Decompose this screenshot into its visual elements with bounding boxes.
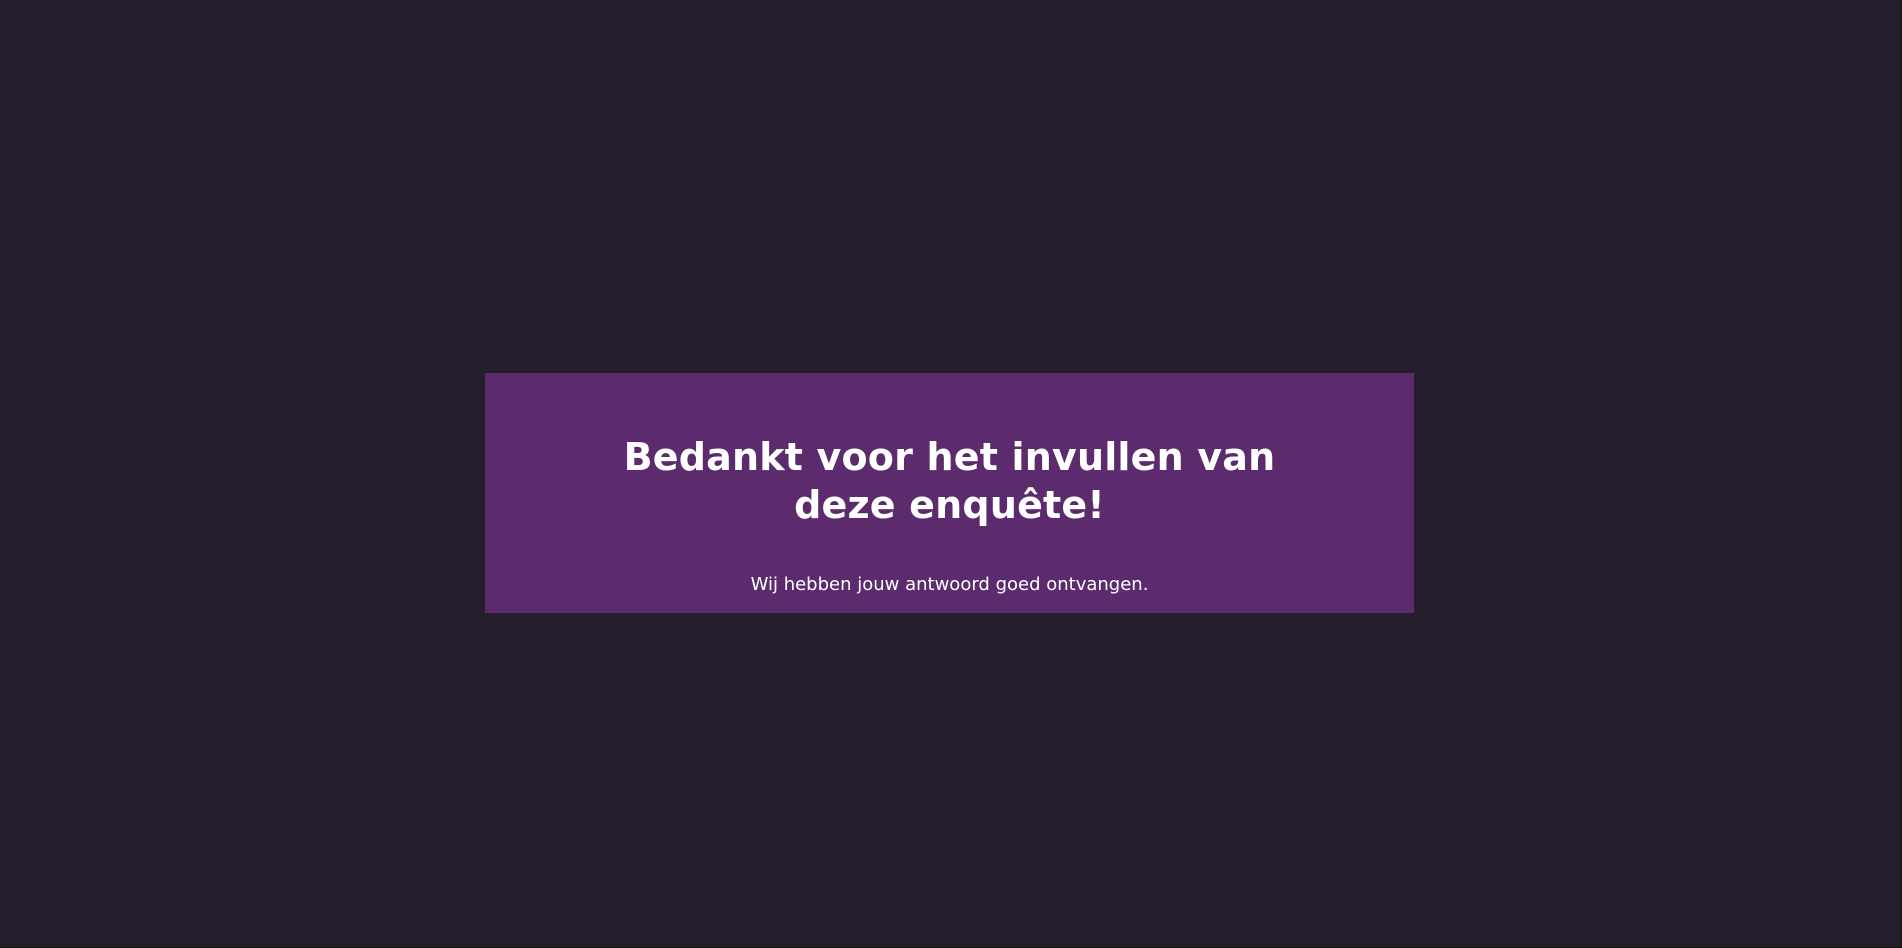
- survey-thank-you-page: Bedankt voor het invullen van deze enquê…: [0, 0, 1902, 948]
- thank-you-title: Bedankt voor het invullen van deze enquê…: [623, 435, 1276, 527]
- confirmation-message: Wij hebben jouw antwoord goed ontvangen.: [750, 574, 1149, 595]
- thank-you-card: Bedankt voor het invullen van deze enquê…: [485, 373, 1414, 613]
